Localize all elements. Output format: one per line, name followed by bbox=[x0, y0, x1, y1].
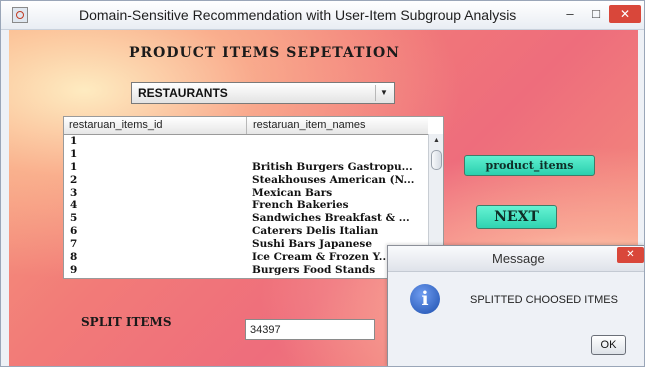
next-button[interactable]: NEXT bbox=[476, 205, 557, 229]
app-window: Domain-Sensitive Recommendation with Use… bbox=[0, 0, 645, 367]
cell-item-id: 7 bbox=[70, 238, 78, 251]
column-header-id[interactable]: restaruan_items_id bbox=[69, 119, 163, 131]
dialog-close-button[interactable]: ✕ bbox=[617, 247, 644, 263]
chevron-down-icon[interactable]: ▼ bbox=[375, 85, 392, 101]
cell-item-name: Mexican Bars bbox=[252, 186, 333, 199]
category-select[interactable]: RESTAURANTS ▼ bbox=[131, 82, 395, 104]
product-items-button[interactable]: product_items bbox=[464, 155, 595, 176]
dialog-title-bar[interactable]: Message ✕ bbox=[388, 246, 644, 272]
cell-item-id: 1 bbox=[70, 135, 78, 147]
title-bar[interactable]: Domain-Sensitive Recommendation with Use… bbox=[1, 1, 644, 30]
table-row[interactable]: 4 French Bakeries bbox=[64, 199, 428, 212]
split-items-field[interactable]: 34397 bbox=[245, 319, 375, 340]
cell-item-id: 2 bbox=[70, 173, 78, 186]
cell-item-name: Steakhouses American (N... bbox=[252, 173, 415, 186]
table-header: restaruan_items_id restaruan_item_names bbox=[64, 117, 428, 135]
scroll-up-icon[interactable]: ▲ bbox=[429, 134, 443, 148]
table-row[interactable]: 8 Ice Cream & Frozen Y... bbox=[64, 251, 428, 264]
dialog-title: Message bbox=[492, 251, 545, 266]
message-dialog: Message ✕ i SPLITTED CHOOSED ITMES OK bbox=[387, 245, 644, 366]
info-icon: i bbox=[410, 284, 440, 314]
cell-item-id: 8 bbox=[70, 251, 78, 264]
table-row[interactable]: 1 bbox=[64, 148, 428, 161]
minimize-button[interactable]: – bbox=[561, 5, 579, 23]
column-header-names[interactable]: restaruan_item_names bbox=[253, 119, 366, 131]
cell-item-id: 4 bbox=[70, 199, 78, 212]
table-body: 1 1 1 British Burgers Gastropu... 2 Steakhous… bbox=[64, 135, 428, 277]
table-row[interactable]: 1 British Burgers Gastropu... bbox=[64, 161, 428, 174]
table-row[interactable]: 1 bbox=[64, 135, 428, 148]
column-divider[interactable] bbox=[246, 117, 247, 134]
table-row[interactable]: 2 Steakhouses American (N... bbox=[64, 174, 428, 187]
cell-item-id: 1 bbox=[70, 160, 78, 173]
scroll-thumb[interactable] bbox=[431, 150, 442, 170]
maximize-button[interactable]: □ bbox=[587, 5, 605, 23]
cell-item-id: 1 bbox=[70, 147, 78, 160]
category-select-value: RESTAURANTS bbox=[138, 86, 228, 100]
close-button[interactable]: ✕ bbox=[609, 5, 641, 23]
ok-button[interactable]: OK bbox=[591, 335, 626, 355]
cell-item-id: 6 bbox=[70, 225, 78, 238]
cell-item-name: Caterers Delis Italian bbox=[252, 225, 379, 238]
table-row[interactable]: 3 Mexican Bars bbox=[64, 187, 428, 200]
cell-item-name: French Bakeries bbox=[252, 199, 349, 212]
table-row[interactable]: 6 Caterers Delis Italian bbox=[64, 225, 428, 238]
split-items-label: SPLIT ITEMS bbox=[81, 315, 172, 329]
cell-item-name: Sandwiches Breakfast & ... bbox=[252, 212, 410, 225]
window-title: Domain-Sensitive Recommendation with Use… bbox=[79, 7, 517, 23]
cell-item-name: British Burgers Gastropu... bbox=[252, 160, 413, 173]
cell-item-id: 5 bbox=[70, 212, 78, 225]
table-row[interactable]: 9 Burgers Food Stands bbox=[64, 264, 428, 277]
table-row[interactable]: 5 Sandwiches Breakfast & ... bbox=[64, 212, 428, 225]
dialog-message: SPLITTED CHOOSED ITMES bbox=[470, 294, 618, 306]
cell-item-id: 3 bbox=[70, 186, 78, 199]
table-row[interactable]: 7 Sushi Bars Japanese bbox=[64, 238, 428, 251]
page-title: PRODUCT ITEMS SEPETATION bbox=[129, 45, 400, 61]
cell-item-id: 9 bbox=[70, 263, 78, 276]
java-app-icon bbox=[12, 7, 28, 23]
